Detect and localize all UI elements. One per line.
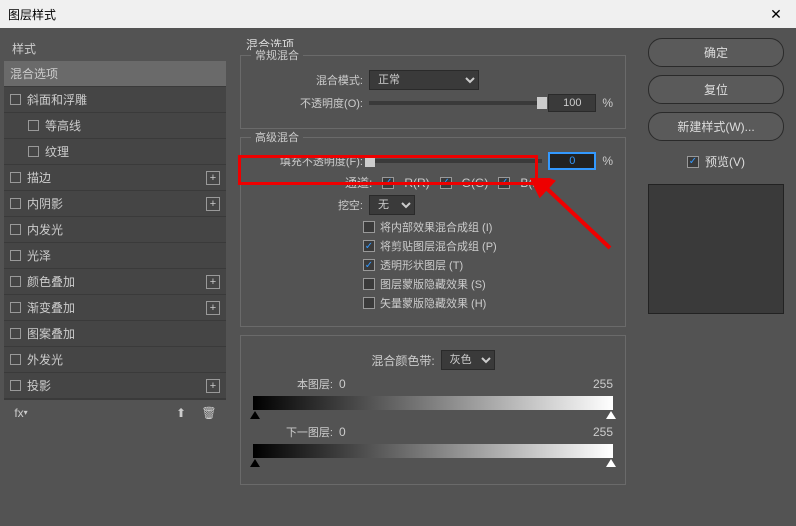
style-item-label: 描边 xyxy=(27,169,51,186)
panel-title: 混合选项 xyxy=(246,36,626,53)
style-item-11[interactable]: 外发光 xyxy=(4,347,226,373)
opacity-label: 不透明度(O): xyxy=(253,95,363,111)
style-item-label: 纹理 xyxy=(45,143,69,160)
style-item-8[interactable]: 颜色叠加 + xyxy=(4,269,226,295)
under-layer-label: 下一图层: xyxy=(253,424,333,440)
style-item-2[interactable]: 等高线 xyxy=(4,113,226,139)
style-item-label: 内发光 xyxy=(27,221,63,238)
style-item-label: 投影 xyxy=(27,377,51,394)
styles-panel: 样式 混合选项斜面和浮雕等高线纹理描边 + 内阴影 + 内发光光泽颜色叠加 + 渐变叠加 + 图… xyxy=(0,28,230,526)
style-check-icon[interactable] xyxy=(10,198,21,209)
titlebar: 图层样式 ✕ xyxy=(0,0,796,28)
opt2-check[interactable] xyxy=(363,240,375,252)
style-item-4[interactable]: 描边 + xyxy=(4,165,226,191)
style-item-0[interactable]: 混合选项 xyxy=(4,61,226,87)
style-check-icon[interactable] xyxy=(10,276,21,287)
channel-g-check[interactable] xyxy=(440,177,452,189)
percent-label: % xyxy=(602,96,613,110)
new-style-button[interactable]: 新建样式(W)... xyxy=(648,112,784,141)
fx-icon[interactable]: fx▾ xyxy=(12,404,30,422)
close-icon[interactable]: ✕ xyxy=(764,2,788,26)
blend-mode-label: 混合模式: xyxy=(253,72,363,88)
style-item-6[interactable]: 内发光 xyxy=(4,217,226,243)
blend-mode-select[interactable]: 正常 xyxy=(369,70,479,90)
style-item-label: 等高线 xyxy=(45,117,81,134)
style-check-icon[interactable] xyxy=(10,328,21,339)
style-item-12[interactable]: 投影 + xyxy=(4,373,226,399)
blendif-label: 混合颜色带: xyxy=(371,352,434,369)
channel-b-check[interactable] xyxy=(498,177,510,189)
fill-opacity-slider[interactable] xyxy=(369,159,542,163)
ok-button[interactable]: 确定 xyxy=(648,38,784,67)
style-check-icon[interactable] xyxy=(10,172,21,183)
this-layer-label: 本图层: xyxy=(253,376,333,392)
style-check-icon[interactable] xyxy=(10,250,21,261)
style-check-icon[interactable] xyxy=(10,354,21,365)
opt4-check[interactable] xyxy=(363,278,375,290)
channel-r-check[interactable] xyxy=(382,177,394,189)
style-check-icon[interactable] xyxy=(28,120,39,131)
style-item-5[interactable]: 内阴影 + xyxy=(4,191,226,217)
general-blend-group: 常规混合 混合模式: 正常 不透明度(O): % xyxy=(240,55,626,129)
blendif-select[interactable]: 灰色 xyxy=(441,350,495,370)
style-item-7[interactable]: 光泽 xyxy=(4,243,226,269)
advanced-legend: 高级混合 xyxy=(251,129,303,145)
style-check-icon[interactable] xyxy=(10,224,21,235)
style-check-icon[interactable] xyxy=(10,380,21,391)
style-item-9[interactable]: 渐变叠加 + xyxy=(4,295,226,321)
options-panel: 混合选项 常规混合 混合模式: 正常 不透明度(O): % 高级混合 填充不透明… xyxy=(230,28,636,526)
knockout-select[interactable]: 无 xyxy=(369,195,415,215)
add-icon[interactable]: + xyxy=(206,301,220,315)
style-item-label: 外发光 xyxy=(27,351,63,368)
style-check-icon[interactable] xyxy=(10,94,21,105)
styles-footer: fx▾ ⬆ 🗑 xyxy=(4,399,226,425)
preview-label: 预览(V) xyxy=(705,153,745,170)
opacity-input[interactable] xyxy=(548,94,596,112)
style-check-icon[interactable] xyxy=(10,302,21,313)
style-item-label: 渐变叠加 xyxy=(27,299,75,316)
arrow-up-icon[interactable]: ⬆ xyxy=(172,404,190,422)
opt3-check[interactable] xyxy=(363,259,375,271)
this-layer-gradient[interactable] xyxy=(253,396,613,410)
opt1-check[interactable] xyxy=(363,221,375,233)
cancel-button[interactable]: 复位 xyxy=(648,75,784,104)
trash-icon[interactable]: 🗑 xyxy=(200,404,218,422)
style-item-label: 混合选项 xyxy=(10,65,58,82)
advanced-blend-group: 高级混合 填充不透明度(F): % 通道: R(R) G(G) B(B) 挖空:… xyxy=(240,137,626,327)
channel-label: 通道: xyxy=(345,174,372,191)
style-item-label: 图案叠加 xyxy=(27,325,75,342)
style-item-10[interactable]: 图案叠加 xyxy=(4,321,226,347)
style-item-1[interactable]: 斜面和浮雕 xyxy=(4,87,226,113)
add-icon[interactable]: + xyxy=(206,379,220,393)
preview-check[interactable] xyxy=(687,156,699,168)
style-item-label: 颜色叠加 xyxy=(27,273,75,290)
percent-label-2: % xyxy=(602,154,613,168)
styles-header: 样式 xyxy=(4,36,226,61)
under-layer-gradient[interactable] xyxy=(253,444,613,458)
general-legend: 常规混合 xyxy=(251,47,303,63)
add-icon[interactable]: + xyxy=(206,197,220,211)
preview-box xyxy=(648,184,784,314)
knockout-label: 挖空: xyxy=(253,197,363,213)
opt5-check[interactable] xyxy=(363,297,375,309)
window-title: 图层样式 xyxy=(8,6,56,23)
fill-opacity-input[interactable] xyxy=(548,152,596,170)
style-item-3[interactable]: 纹理 xyxy=(4,139,226,165)
style-item-label: 斜面和浮雕 xyxy=(27,91,87,108)
style-item-label: 内阴影 xyxy=(27,195,63,212)
blendif-group: 混合颜色带: 灰色 本图层: 0 255 下一图层: 0 255 xyxy=(240,335,626,485)
styles-list: 混合选项斜面和浮雕等高线纹理描边 + 内阴影 + 内发光光泽颜色叠加 + 渐变叠加 + 图案叠加… xyxy=(4,61,226,399)
style-check-icon[interactable] xyxy=(28,146,39,157)
buttons-panel: 确定 复位 新建样式(W)... 预览(V) xyxy=(636,28,796,526)
add-icon[interactable]: + xyxy=(206,171,220,185)
opacity-slider[interactable] xyxy=(369,101,542,105)
fill-opacity-label: 填充不透明度(F): xyxy=(253,153,363,169)
add-icon[interactable]: + xyxy=(206,275,220,289)
style-item-label: 光泽 xyxy=(27,247,51,264)
